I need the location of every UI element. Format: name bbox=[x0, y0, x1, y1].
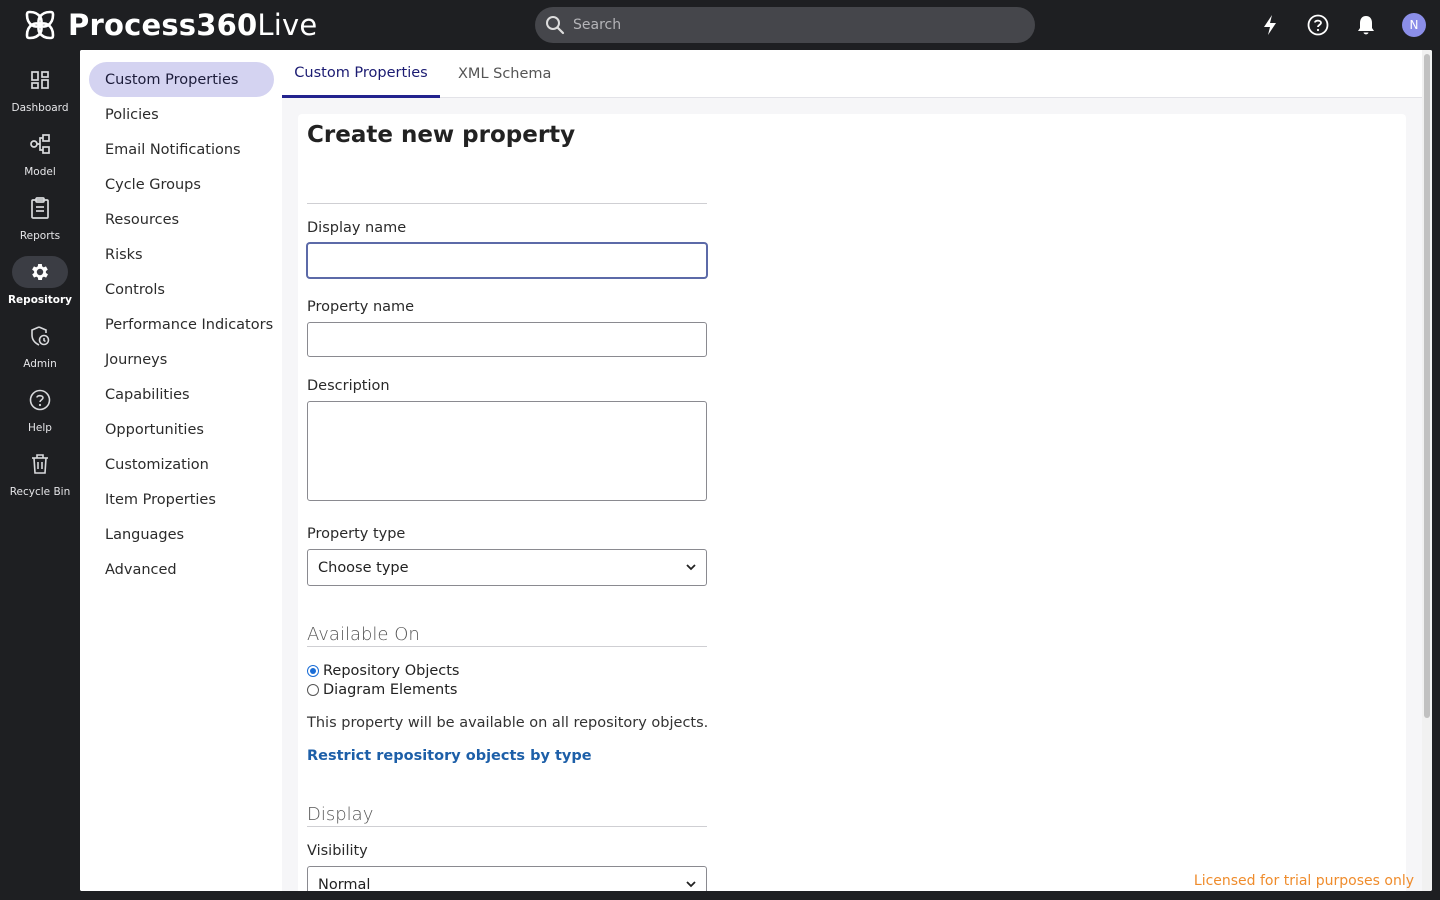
nav-label: Reports bbox=[19, 230, 61, 242]
lightning-icon[interactable] bbox=[1258, 12, 1282, 38]
nav-label: Recycle Bin bbox=[9, 486, 71, 498]
property-name-label: Property name bbox=[307, 299, 415, 315]
subnav-item-advanced[interactable]: Advanced bbox=[89, 552, 274, 587]
app-logo[interactable]: Process360Live bbox=[22, 7, 317, 43]
gear-icon bbox=[12, 256, 68, 288]
avatar[interactable]: N bbox=[1402, 13, 1426, 37]
visibility-value: Normal bbox=[318, 876, 371, 892]
radio-button[interactable] bbox=[307, 684, 319, 696]
nav-recycle-bin[interactable]: Recycle Bin bbox=[0, 448, 80, 504]
subnav-item-opportunities[interactable]: Opportunities bbox=[89, 412, 274, 447]
page-title: Create new property bbox=[307, 122, 576, 148]
help-circle-icon[interactable] bbox=[1306, 12, 1330, 38]
top-bar: Process360Live N bbox=[0, 0, 1440, 50]
chevron-down-icon bbox=[686, 564, 696, 571]
visibility-label: Visibility bbox=[307, 843, 368, 859]
app-name: Process360Live bbox=[68, 7, 317, 43]
admin-icon bbox=[12, 320, 68, 352]
license-note: Licensed for trial purposes only bbox=[1193, 873, 1414, 889]
subnav-item-custom-properties[interactable]: Custom Properties bbox=[89, 62, 274, 97]
search-icon bbox=[546, 16, 565, 35]
nav-label: Help bbox=[28, 422, 52, 434]
top-icons: N bbox=[1258, 12, 1426, 38]
nav-label: Admin bbox=[23, 358, 57, 370]
radio-label: Repository Objects bbox=[323, 663, 460, 679]
subnav-item-journeys[interactable]: Journeys bbox=[89, 342, 274, 377]
subnav-item-capabilities[interactable]: Capabilities bbox=[89, 377, 274, 412]
property-name-field[interactable] bbox=[307, 322, 707, 357]
divider bbox=[307, 203, 707, 204]
chevron-down-icon bbox=[686, 881, 696, 888]
description-label: Description bbox=[307, 378, 390, 394]
nav-reports[interactable]: Reports bbox=[0, 192, 80, 248]
description-field[interactable] bbox=[307, 401, 707, 501]
scrollbar[interactable] bbox=[1422, 50, 1432, 891]
dashboard-icon bbox=[12, 64, 68, 96]
nav-label: Model bbox=[24, 166, 56, 178]
main-panel: Custom Properties Policies Email Notific… bbox=[80, 50, 1432, 891]
subnav-item-performance-indicators[interactable]: Performance Indicators bbox=[89, 307, 274, 342]
subnav-item-cycle-groups[interactable]: Cycle Groups bbox=[89, 167, 274, 202]
tab-custom-properties[interactable]: Custom Properties bbox=[282, 50, 440, 98]
nav-dashboard[interactable]: Dashboard bbox=[0, 64, 80, 120]
property-type-select[interactable]: Choose type bbox=[307, 549, 707, 586]
model-icon bbox=[12, 128, 68, 160]
subnav-item-resources[interactable]: Resources bbox=[89, 202, 274, 237]
divider bbox=[307, 826, 707, 827]
nav-repository[interactable]: Repository bbox=[0, 256, 80, 312]
property-type-value: Choose type bbox=[318, 559, 409, 576]
process360-logo-icon bbox=[25, 10, 55, 40]
reports-icon bbox=[12, 192, 68, 224]
nav-label: Repository bbox=[7, 294, 73, 306]
subnav-item-policies[interactable]: Policies bbox=[89, 97, 274, 132]
divider bbox=[307, 646, 707, 647]
left-nav: Dashboard Model Reports Repository Admin… bbox=[0, 50, 80, 900]
nav-help[interactable]: Help bbox=[0, 384, 80, 440]
radio-label: Diagram Elements bbox=[323, 682, 458, 698]
bell-icon[interactable] bbox=[1354, 12, 1378, 38]
available-on-heading: Available On bbox=[307, 624, 420, 645]
radio-button[interactable] bbox=[307, 665, 319, 677]
visibility-select[interactable]: Normal bbox=[307, 866, 707, 891]
search-input[interactable] bbox=[573, 17, 1013, 33]
scrollbar-thumb[interactable] bbox=[1424, 54, 1430, 718]
nav-model[interactable]: Model bbox=[0, 128, 80, 184]
tab-bar: Custom Properties XML Schema bbox=[282, 50, 1432, 98]
radio-repository-objects[interactable]: Repository Objects bbox=[307, 663, 460, 679]
trash-icon bbox=[12, 448, 68, 480]
nav-admin[interactable]: Admin bbox=[0, 320, 80, 376]
subnav-item-item-properties[interactable]: Item Properties bbox=[89, 482, 274, 517]
subnav-item-customization[interactable]: Customization bbox=[89, 447, 274, 482]
subnav-item-email-notifications[interactable]: Email Notifications bbox=[89, 132, 274, 167]
form-card bbox=[298, 114, 1406, 891]
subnav-item-risks[interactable]: Risks bbox=[89, 237, 274, 272]
search-bar[interactable] bbox=[535, 7, 1035, 43]
help-icon bbox=[12, 384, 68, 416]
display-name-label: Display name bbox=[307, 220, 407, 236]
display-name-field[interactable] bbox=[307, 243, 707, 278]
property-type-label: Property type bbox=[307, 526, 406, 542]
app-name-bold: Process360 bbox=[68, 8, 258, 42]
subnav-item-controls[interactable]: Controls bbox=[89, 272, 274, 307]
tab-xml-schema[interactable]: XML Schema bbox=[458, 50, 551, 98]
app-name-light: Live bbox=[257, 8, 318, 42]
nav-label: Dashboard bbox=[11, 102, 69, 114]
restrict-objects-link[interactable]: Restrict repository objects by type bbox=[307, 748, 592, 764]
availability-info: This property will be available on all r… bbox=[307, 715, 709, 731]
repository-subnav: Custom Properties Policies Email Notific… bbox=[80, 50, 282, 891]
display-heading: Display bbox=[307, 804, 374, 825]
radio-diagram-elements[interactable]: Diagram Elements bbox=[307, 682, 457, 698]
subnav-item-languages[interactable]: Languages bbox=[89, 517, 274, 552]
